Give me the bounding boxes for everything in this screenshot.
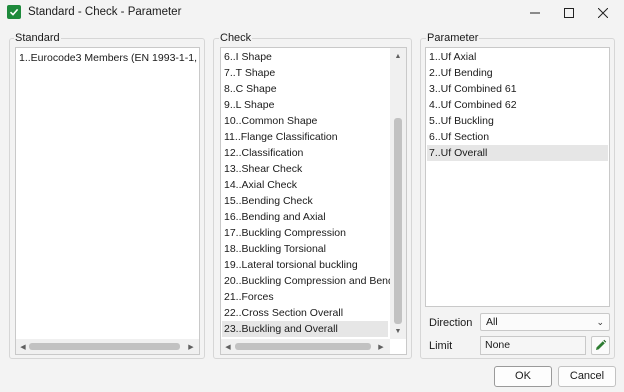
close-button[interactable] bbox=[586, 0, 620, 26]
parameter-list-item[interactable]: 3..Uf Combined 61 bbox=[429, 81, 517, 97]
scroll-left-icon[interactable]: ◀ bbox=[17, 341, 29, 353]
check-list-item[interactable]: 8..C Shape bbox=[224, 81, 277, 97]
edit-limit-button[interactable] bbox=[591, 336, 610, 355]
check-list-item[interactable]: 16..Bending and Axial bbox=[224, 209, 326, 225]
standard-scroll-thumb[interactable] bbox=[29, 343, 180, 350]
check-horizontal-scrollbar[interactable]: ◀ ▶ bbox=[221, 339, 390, 354]
chevron-down-icon: ⌄ bbox=[596, 317, 604, 327]
check-list-item[interactable]: 14..Axial Check bbox=[224, 177, 297, 193]
check-list-item[interactable]: 15..Bending Check bbox=[224, 193, 313, 209]
check-list-item[interactable]: 22..Cross Section Overall bbox=[224, 305, 343, 321]
standard-list[interactable]: 1..Eurocode3 Members (EN 1993-1-1, 2005 … bbox=[15, 47, 200, 355]
check-scroll-thumb[interactable] bbox=[394, 118, 402, 324]
title-bar: Standard - Check - Parameter bbox=[0, 0, 624, 26]
minimize-icon bbox=[530, 12, 540, 14]
scroll-down-icon[interactable]: ▼ bbox=[392, 325, 404, 337]
check-label: Check bbox=[219, 32, 253, 44]
scroll-up-icon[interactable]: ▲ bbox=[392, 50, 404, 62]
minimize-button[interactable] bbox=[518, 0, 552, 26]
check-list-item[interactable]: 19..Lateral torsional buckling bbox=[224, 257, 358, 273]
scroll-right-icon[interactable]: ▶ bbox=[185, 341, 197, 353]
check-list-item[interactable]: 9..L Shape bbox=[224, 97, 274, 113]
standard-horizontal-scrollbar[interactable]: ◀ ▶ bbox=[16, 339, 199, 354]
parameter-list-item[interactable]: 2..Uf Bending bbox=[429, 65, 493, 81]
ok-button[interactable]: OK bbox=[494, 366, 552, 387]
cancel-button[interactable]: Cancel bbox=[558, 366, 616, 387]
app-check-icon bbox=[7, 5, 21, 19]
parameter-list[interactable]: 1..Uf Axial 2..Uf Bending 3..Uf Combined… bbox=[425, 47, 610, 307]
maximize-icon bbox=[564, 8, 574, 18]
check-list-item[interactable]: 12..Classification bbox=[224, 145, 303, 161]
scroll-right-icon[interactable]: ▶ bbox=[375, 341, 387, 353]
check-list-item[interactable]: 13..Shear Check bbox=[224, 161, 302, 177]
standard-list-item[interactable]: 1..Eurocode3 Members (EN 1993-1-1, 2005 bbox=[19, 50, 199, 66]
check-list-item[interactable]: 7..T Shape bbox=[224, 65, 275, 81]
limit-field[interactable]: None bbox=[480, 336, 586, 355]
pencil-icon bbox=[596, 339, 607, 350]
check-list-item[interactable]: 17..Buckling Compression bbox=[224, 225, 346, 241]
parameter-list-item-selected[interactable]: 7..Uf Overall bbox=[427, 145, 608, 161]
limit-label: Limit bbox=[429, 340, 453, 352]
parameter-list-item[interactable]: 4..Uf Combined 62 bbox=[429, 97, 517, 113]
check-list-item[interactable]: 6..I Shape bbox=[224, 49, 272, 65]
parameter-list-item[interactable]: 5..Uf Buckling bbox=[429, 113, 494, 129]
close-icon bbox=[598, 8, 608, 18]
parameter-list-item[interactable]: 6..Uf Section bbox=[429, 129, 489, 145]
parameter-label: Parameter bbox=[426, 32, 480, 44]
check-list-item[interactable]: 20..Buckling Compression and Bending bbox=[224, 273, 406, 289]
check-vertical-scrollbar[interactable]: ▲ ▼ bbox=[390, 48, 406, 339]
direction-select[interactable]: All ⌄ bbox=[480, 313, 610, 331]
check-hscroll-thumb[interactable] bbox=[235, 343, 371, 350]
check-list-item[interactable]: 10..Common Shape bbox=[224, 113, 317, 129]
check-list-item[interactable]: 18..Buckling Torsional bbox=[224, 241, 326, 257]
window-title: Standard - Check - Parameter bbox=[28, 6, 182, 18]
check-list[interactable]: 6..I Shape 7..T Shape 8..C Shape 9..L Sh… bbox=[220, 47, 407, 355]
check-list-item[interactable]: 21..Forces bbox=[224, 289, 274, 305]
scroll-left-icon[interactable]: ◀ bbox=[222, 341, 234, 353]
parameter-list-item[interactable]: 1..Uf Axial bbox=[429, 49, 476, 65]
standard-label: Standard bbox=[14, 32, 61, 44]
direction-value: All bbox=[486, 316, 498, 328]
check-list-item-selected[interactable]: 23..Buckling and Overall bbox=[222, 321, 388, 337]
maximize-button[interactable] bbox=[552, 0, 586, 26]
check-list-item[interactable]: 11..Flange Classification bbox=[224, 129, 338, 145]
direction-label: Direction bbox=[429, 317, 473, 329]
